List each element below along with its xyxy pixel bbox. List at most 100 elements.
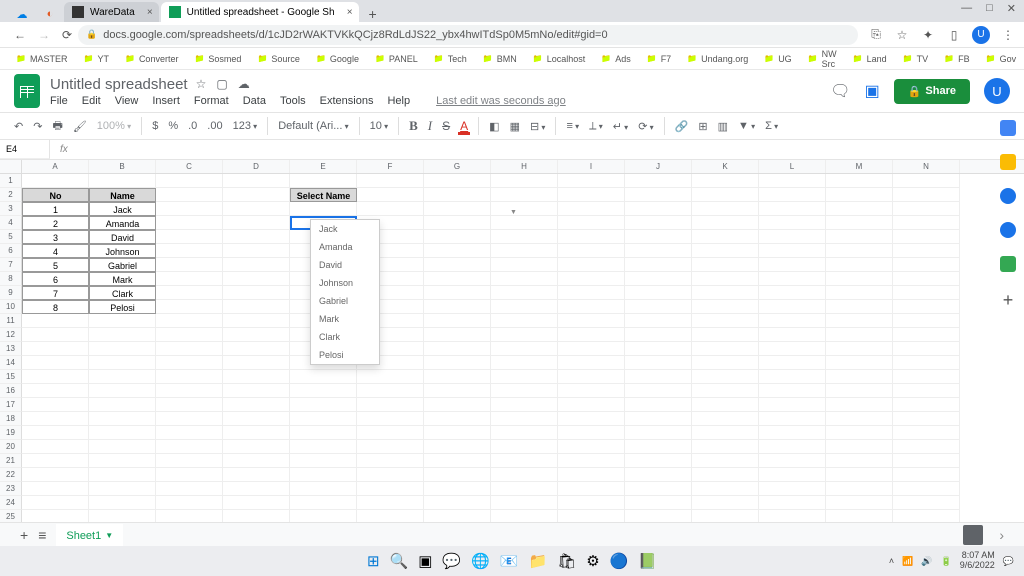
dropdown-option[interactable]: David bbox=[311, 256, 379, 274]
cell[interactable] bbox=[692, 216, 759, 230]
last-edit-link[interactable]: Last edit was seconds ago bbox=[436, 95, 566, 107]
cell[interactable] bbox=[759, 286, 826, 300]
cell[interactable] bbox=[223, 272, 290, 286]
cell[interactable] bbox=[491, 286, 558, 300]
row-header[interactable]: 24 bbox=[0, 496, 22, 510]
cell[interactable] bbox=[759, 300, 826, 314]
cell[interactable]: Jack bbox=[89, 202, 156, 216]
cell[interactable] bbox=[424, 202, 491, 216]
start-button[interactable]: ⊞ bbox=[367, 552, 380, 570]
cell[interactable] bbox=[223, 188, 290, 202]
cell[interactable] bbox=[826, 342, 893, 356]
menu-insert[interactable]: Insert bbox=[152, 95, 180, 107]
document-title[interactable]: Untitled spreadsheet bbox=[50, 76, 188, 93]
font-select[interactable]: Default (Ari... bbox=[278, 120, 348, 132]
cell[interactable] bbox=[290, 174, 357, 188]
zoom-select[interactable]: 100% bbox=[97, 120, 131, 132]
name-box[interactable]: E4 bbox=[0, 140, 50, 159]
cell[interactable] bbox=[156, 314, 223, 328]
cell[interactable] bbox=[290, 202, 357, 216]
cell[interactable] bbox=[22, 426, 89, 440]
cell[interactable]: Clark bbox=[89, 286, 156, 300]
cell[interactable]: Name bbox=[89, 188, 156, 202]
cell[interactable] bbox=[424, 454, 491, 468]
cell[interactable] bbox=[357, 188, 424, 202]
cell[interactable] bbox=[893, 496, 960, 510]
tray-chevron-icon[interactable]: ˄ bbox=[889, 556, 894, 566]
cell[interactable] bbox=[826, 440, 893, 454]
cell[interactable] bbox=[558, 328, 625, 342]
cell[interactable] bbox=[491, 300, 558, 314]
row-header[interactable]: 22 bbox=[0, 468, 22, 482]
cell[interactable] bbox=[692, 468, 759, 482]
menu-file[interactable]: File bbox=[50, 95, 68, 107]
cell[interactable] bbox=[893, 300, 960, 314]
cell[interactable] bbox=[223, 412, 290, 426]
cell[interactable] bbox=[759, 370, 826, 384]
row-header[interactable]: 5 bbox=[0, 230, 22, 244]
cell[interactable] bbox=[692, 356, 759, 370]
star-icon[interactable]: ☆ bbox=[894, 28, 910, 42]
addons-button[interactable]: + bbox=[1000, 290, 1016, 306]
cell[interactable] bbox=[357, 426, 424, 440]
row-header[interactable]: 17 bbox=[0, 398, 22, 412]
font-size-select[interactable]: 10 bbox=[370, 120, 389, 132]
cell[interactable] bbox=[826, 412, 893, 426]
print-button[interactable]: 🖶 bbox=[52, 117, 62, 136]
row-header[interactable]: 11 bbox=[0, 314, 22, 328]
chrome-icon[interactable]: 🔵 bbox=[610, 552, 629, 570]
cell[interactable] bbox=[156, 272, 223, 286]
halign-button[interactable]: ≡ bbox=[566, 120, 579, 132]
column-header[interactable]: I bbox=[558, 160, 625, 173]
cell[interactable] bbox=[625, 384, 692, 398]
cell[interactable] bbox=[491, 314, 558, 328]
column-header[interactable]: D bbox=[223, 160, 290, 173]
cell[interactable] bbox=[89, 468, 156, 482]
cell[interactable] bbox=[424, 482, 491, 496]
cell[interactable] bbox=[491, 328, 558, 342]
cell[interactable] bbox=[826, 258, 893, 272]
forward-button[interactable]: → bbox=[38, 28, 50, 42]
cell[interactable]: Select Name bbox=[290, 188, 357, 202]
cell[interactable] bbox=[22, 496, 89, 510]
cell[interactable] bbox=[558, 398, 625, 412]
volume-icon[interactable]: 🔊 bbox=[921, 556, 932, 567]
menu-extensions[interactable]: Extensions bbox=[320, 95, 374, 107]
cell[interactable] bbox=[357, 440, 424, 454]
cell[interactable] bbox=[558, 216, 625, 230]
cell[interactable] bbox=[893, 370, 960, 384]
profile-button[interactable]: U bbox=[972, 26, 990, 44]
cell[interactable] bbox=[692, 440, 759, 454]
cell[interactable] bbox=[491, 440, 558, 454]
cell[interactable] bbox=[424, 440, 491, 454]
dropdown-option[interactable]: Mark bbox=[311, 310, 379, 328]
cell[interactable] bbox=[759, 426, 826, 440]
cell[interactable] bbox=[156, 230, 223, 244]
cell[interactable] bbox=[89, 342, 156, 356]
cell[interactable] bbox=[759, 216, 826, 230]
cell[interactable] bbox=[223, 454, 290, 468]
cell[interactable] bbox=[558, 230, 625, 244]
cell[interactable] bbox=[156, 174, 223, 188]
cell[interactable] bbox=[491, 426, 558, 440]
cell[interactable] bbox=[156, 188, 223, 202]
cell[interactable] bbox=[893, 328, 960, 342]
comment-button[interactable]: ⊞ bbox=[698, 120, 707, 133]
cell[interactable] bbox=[893, 216, 960, 230]
explorer-icon[interactable]: 📁 bbox=[528, 552, 547, 570]
bookmark-item[interactable]: YT bbox=[77, 52, 114, 66]
cell[interactable] bbox=[156, 216, 223, 230]
cell[interactable] bbox=[156, 300, 223, 314]
cell[interactable] bbox=[692, 412, 759, 426]
cell[interactable] bbox=[491, 384, 558, 398]
cell[interactable] bbox=[625, 454, 692, 468]
cell[interactable] bbox=[290, 440, 357, 454]
cell[interactable] bbox=[558, 496, 625, 510]
paint-format-button[interactable]: 🖌 bbox=[73, 120, 87, 133]
cell[interactable] bbox=[491, 482, 558, 496]
share-button[interactable]: 🔒 Share bbox=[894, 79, 970, 104]
cell[interactable] bbox=[558, 342, 625, 356]
close-window-icon[interactable]: ✕ bbox=[1007, 2, 1016, 15]
cell[interactable] bbox=[826, 384, 893, 398]
cell[interactable] bbox=[89, 496, 156, 510]
